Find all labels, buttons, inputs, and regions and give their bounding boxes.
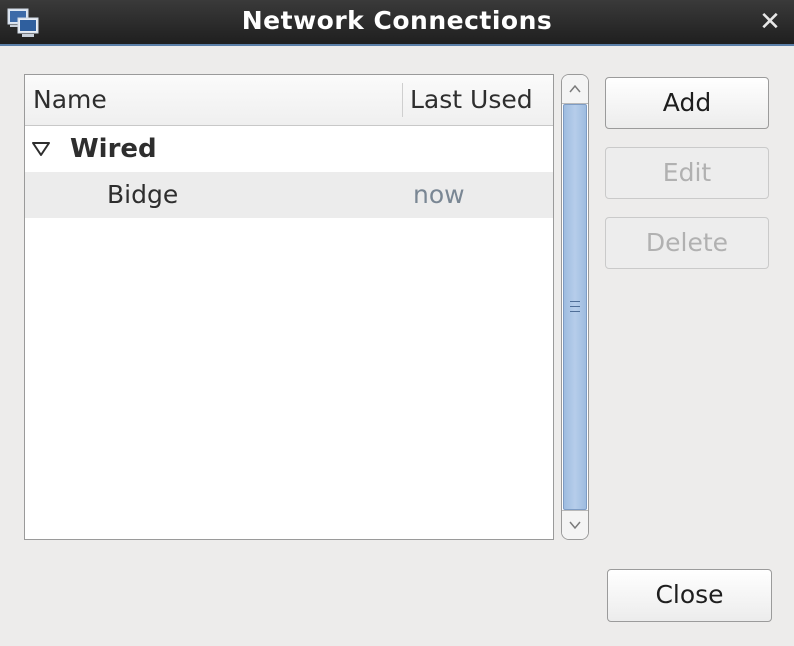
scroll-thumb[interactable] xyxy=(563,104,587,510)
window-title: Network Connections xyxy=(241,6,553,35)
chevron-up-icon xyxy=(569,84,581,93)
connection-row[interactable]: Bidge now xyxy=(25,172,553,218)
group-row-wired[interactable]: Wired xyxy=(25,126,553,172)
list-header: Name Last Used xyxy=(25,75,553,126)
delete-button[interactable]: Delete xyxy=(605,217,769,269)
connections-list[interactable]: Name Last Used Wired Bidge now xyxy=(24,74,554,540)
close-button[interactable]: Close xyxy=(607,569,772,622)
column-header-last-used[interactable]: Last Used xyxy=(403,75,553,125)
connection-name: Bidge xyxy=(107,180,179,209)
edit-button[interactable]: Edit xyxy=(605,147,769,199)
connection-last-used: now xyxy=(413,180,465,209)
title-bar[interactable]: Network Connections ✕ xyxy=(0,0,794,46)
close-icon[interactable]: ✕ xyxy=(758,9,782,35)
scroll-down-button[interactable] xyxy=(562,510,588,539)
column-header-name[interactable]: Name xyxy=(25,75,402,125)
scroll-grip-icon xyxy=(570,301,580,315)
scroll-up-button[interactable] xyxy=(562,75,588,104)
vertical-scrollbar[interactable] xyxy=(561,74,589,540)
triangle-down-icon[interactable] xyxy=(31,140,51,158)
add-button[interactable]: Add xyxy=(605,77,769,129)
chevron-down-icon xyxy=(569,521,581,530)
group-label: Wired xyxy=(70,134,157,164)
